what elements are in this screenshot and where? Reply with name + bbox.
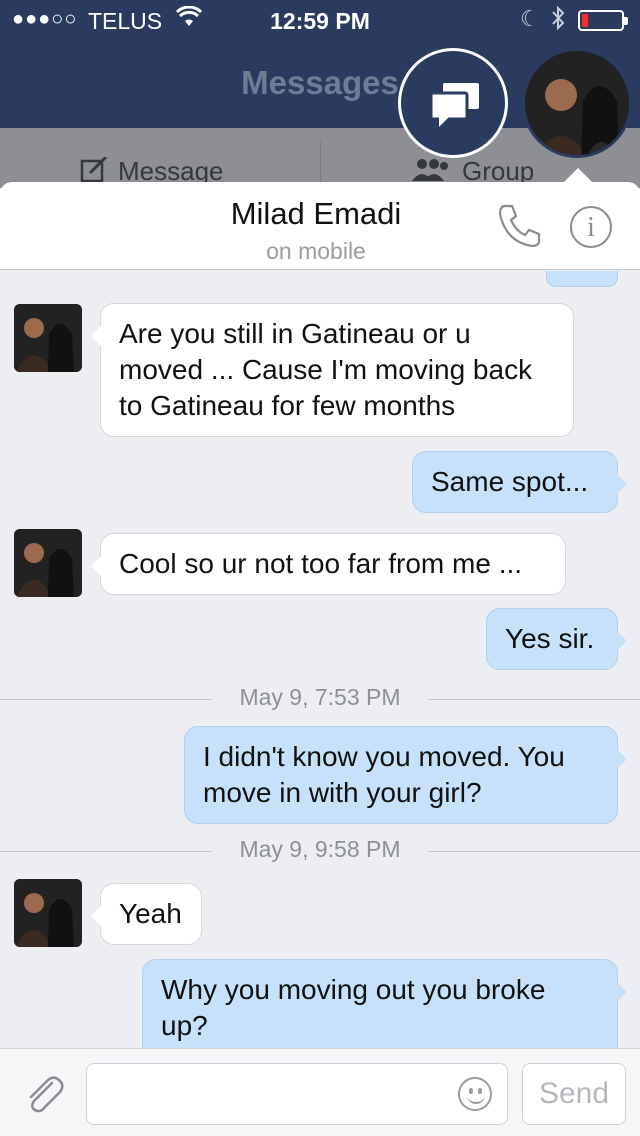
timestamp-divider: May 9, 7:53 PM xyxy=(0,684,640,714)
message-bubble-incoming[interactable]: Cool so ur not too far from me ... xyxy=(91,533,566,595)
message-bubble-outgoing[interactable]: Same spot... xyxy=(412,451,627,513)
message-bubble-incoming[interactable]: Yeah xyxy=(91,883,202,945)
group-icon xyxy=(412,159,448,181)
status-bar: ●●●○○ TELUS 12:59 PM ☾ xyxy=(0,0,640,40)
previous-message-fragment xyxy=(546,271,618,287)
message-bubble-incoming[interactable]: Are you still in Gatineau or u moved ...… xyxy=(91,303,574,437)
compose-icon xyxy=(80,155,108,183)
chat-heads-button[interactable] xyxy=(398,48,508,158)
phone-icon[interactable] xyxy=(494,200,544,255)
battery-icon xyxy=(578,10,628,31)
do-not-disturb-icon: ☾ xyxy=(520,6,540,31)
message-thread[interactable]: Are you still in Gatineau or u moved ...… xyxy=(0,271,640,1048)
message-bubble-outgoing[interactable]: Yes sir. xyxy=(486,608,627,670)
info-icon[interactable]: i xyxy=(570,206,612,248)
timestamp-divider: May 9, 9:58 PM xyxy=(0,836,640,866)
chat-bubbles-icon xyxy=(429,83,479,127)
sender-avatar[interactable] xyxy=(14,879,82,947)
send-button[interactable]: Send xyxy=(522,1063,626,1125)
conversation-header: Milad Emadi on mobile i xyxy=(0,182,640,270)
emoji-icon[interactable] xyxy=(458,1077,492,1111)
message-input[interactable] xyxy=(86,1063,508,1125)
message-bubble-outgoing[interactable]: I didn't know you moved. You move in wit… xyxy=(184,726,627,824)
sender-avatar[interactable] xyxy=(14,529,82,597)
toolbar-divider xyxy=(320,142,321,182)
timestamp-label: May 9, 9:58 PM xyxy=(223,836,417,862)
message-bubble-outgoing[interactable]: Why you moving out you broke up? xyxy=(142,959,627,1048)
sender-avatar[interactable] xyxy=(14,304,82,372)
chat-head-avatar[interactable] xyxy=(522,48,632,158)
message-composer: Send xyxy=(0,1048,640,1136)
timestamp-label: May 9, 7:53 PM xyxy=(223,684,417,710)
attachment-icon[interactable] xyxy=(22,1073,66,1122)
bluetooth-icon xyxy=(550,5,566,37)
status-time: 12:59 PM xyxy=(270,8,370,34)
